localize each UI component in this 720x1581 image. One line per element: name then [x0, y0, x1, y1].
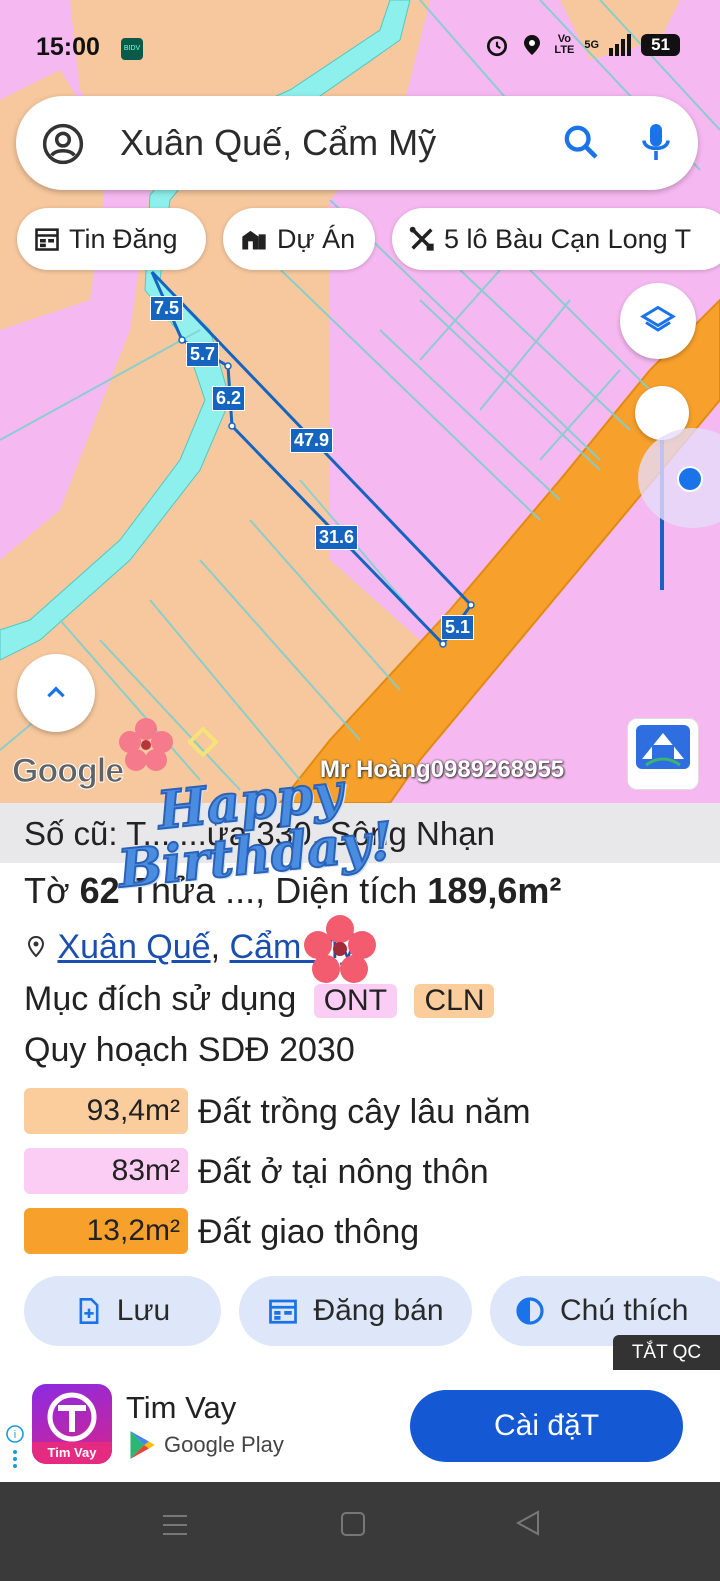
- plan-label-residential: Đất ở tại nông thôn: [198, 1153, 489, 1191]
- account-icon[interactable]: [42, 123, 84, 165]
- microphone-icon[interactable]: [638, 120, 674, 164]
- install-button[interactable]: Cài đặT: [410, 1390, 683, 1462]
- edge-length-label: 7.5: [150, 296, 184, 321]
- bidv-app-icon: BIDV: [121, 38, 143, 60]
- status-time: 15:00: [36, 33, 100, 61]
- location-pin-icon: [27, 935, 45, 958]
- save-label: Lưu: [116, 1294, 171, 1327]
- diamond-decoration: [188, 727, 218, 757]
- volte-indicator: Vo LTE: [554, 33, 575, 56]
- birthday-sticker: Happy Birthday!: [108, 705, 408, 985]
- edge-length-label: 5.1: [441, 615, 475, 640]
- plan-label-road: Đất giao thông: [198, 1213, 420, 1251]
- search-icon[interactable]: [561, 122, 601, 162]
- edge-length-label: 6.2: [212, 386, 246, 411]
- post-label: Đăng bán: [313, 1294, 444, 1327]
- google-play-icon: [130, 1431, 155, 1459]
- location-icon: [524, 35, 541, 55]
- status-icons: Vo LTE 5G 51: [484, 32, 680, 58]
- sheet-prefix: Tờ: [24, 870, 70, 911]
- plan-label-perennial: Đất trồng cây lâu năm: [198, 1093, 531, 1131]
- usage-row: Mục đích sử dụng ONT CLN: [24, 980, 495, 1019]
- parcel-area: 189,6m²: [427, 870, 562, 911]
- plan-area-residential: 83m²: [24, 1148, 188, 1194]
- google-play-badge: Google Play: [128, 1430, 284, 1460]
- chip-label: 5 lô Bàu Cạn Long T: [444, 223, 692, 254]
- home-nav-icon[interactable]: [340, 1510, 366, 1540]
- calendar-icon: [35, 228, 59, 251]
- chip-label: Tin Đăng: [69, 223, 178, 254]
- app-icon-label: Tim Vay: [47, 1445, 97, 1460]
- legend-label: Chú thích: [560, 1294, 689, 1327]
- alarm-icon: [487, 36, 508, 57]
- edge-length-label: 5.7: [186, 342, 220, 367]
- chip-du-an[interactable]: Dự Án: [223, 208, 375, 270]
- flower-decoration: [119, 718, 173, 771]
- add-file-icon: [79, 1298, 99, 1324]
- chevron-up-icon: [47, 686, 65, 698]
- battery-indicator: 51: [641, 34, 680, 56]
- menu-nav-icon[interactable]: [160, 1510, 190, 1540]
- ad-app-name: Tim Vay: [126, 1390, 237, 1425]
- search-input[interactable]: Xuân Quế, Cẩm Mỹ: [120, 122, 436, 164]
- expand-sheet-button[interactable]: [17, 654, 95, 732]
- ad-info-icon[interactable]: i: [6, 1424, 24, 1474]
- sticker-text: Happy Birthday!: [114, 761, 397, 902]
- contrast-icon: [516, 1297, 544, 1325]
- layers-button[interactable]: [620, 283, 696, 359]
- tim-vay-app-icon[interactable]: Tim Vay: [32, 1384, 112, 1464]
- post-for-sale-button[interactable]: Đăng bán: [239, 1276, 472, 1346]
- back-nav-icon[interactable]: [514, 1508, 542, 1538]
- edge-length-label: 47.9: [290, 428, 334, 453]
- signal-icon: [609, 34, 632, 56]
- edge-length-label: 31.6: [315, 525, 359, 550]
- opacity-slider-dot[interactable]: [677, 466, 703, 492]
- search-bar[interactable]: Xuân Quế, Cẩm Mỹ: [16, 96, 698, 190]
- usage-tag-cln: CLN: [414, 984, 495, 1018]
- flower-decoration: [304, 915, 376, 983]
- chip-tin-dang[interactable]: Tin Đăng: [17, 208, 206, 270]
- brand-logo: [627, 718, 699, 790]
- plan-area-road: 13,2m²: [24, 1208, 188, 1254]
- chip-project-link[interactable]: 5 lô Bàu Cạn Long T: [392, 208, 720, 270]
- buildings-icon: [242, 230, 266, 250]
- system-nav-bar: [0, 1482, 720, 1581]
- calendar-icon: [269, 1299, 298, 1324]
- plan-title: Quy hoạch SDĐ 2030: [24, 1031, 355, 1069]
- tools-icon: [409, 226, 434, 251]
- chip-label: Dự Án: [277, 223, 356, 254]
- layers-icon: [640, 305, 676, 332]
- usage-tag-ont: ONT: [313, 984, 398, 1018]
- save-button[interactable]: Lưu: [24, 1276, 221, 1346]
- svg-text:i: i: [14, 1429, 16, 1441]
- network-indicator: 5G: [584, 39, 600, 51]
- usage-label: Mục đích sử dụng: [24, 980, 297, 1018]
- hide-ads-button[interactable]: TẮT QC: [613, 1335, 720, 1370]
- plan-area-perennial: 93,4m²: [24, 1088, 188, 1134]
- store-label: Google Play: [164, 1432, 284, 1457]
- google-attribution: Google: [11, 752, 124, 791]
